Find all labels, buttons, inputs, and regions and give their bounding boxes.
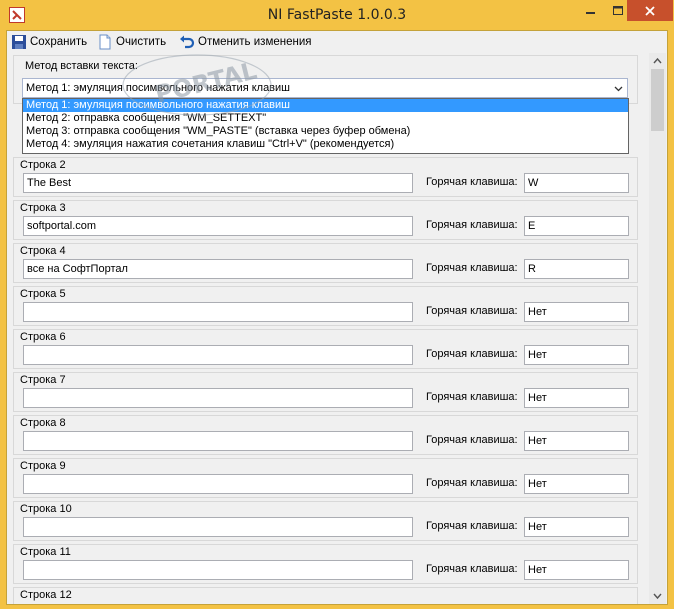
text-input[interactable] [23,517,413,537]
row-7: Строка 7 Горячая клавиша: Нет [13,372,638,412]
hotkey-label: Горячая клавиша: [426,348,518,360]
save-label: Сохранить [30,36,88,48]
chevron-down-icon [614,83,623,95]
row-2: Строка 2 The Best Горячая клавиша: W [13,157,638,197]
hotkey-input[interactable]: Нет [524,431,629,451]
text-input[interactable]: все на СофтПортал [23,259,413,279]
method-option-2[interactable]: Метод 2: отправка сообщения "WM_SETTEXT" [23,112,628,125]
row-label: Строка 2 [20,159,66,171]
text-input[interactable]: softportal.com [23,216,413,236]
hotkey-input[interactable]: Нет [524,388,629,408]
hotkey-input[interactable]: E [524,216,629,236]
method-option-4[interactable]: Метод 4: эмуляция нажатия сочетания клав… [23,138,628,151]
row-label: Строка 3 [20,202,66,214]
method-dropdown-list: Метод 1: эмуляция посимвольного нажатия … [22,98,629,154]
scroll-thumb[interactable] [651,69,664,131]
scroll-up-icon[interactable] [649,53,666,69]
row-10: Строка 10 Горячая клавиша: Нет [13,501,638,541]
text-input[interactable] [23,302,413,322]
hotkey-input[interactable]: W [524,173,629,193]
undo-label: Отменить изменения [198,36,312,48]
method-option-1[interactable]: Метод 1: эмуляция посимвольного нажатия … [23,99,628,112]
row-4: Строка 4 все на СофтПортал Горячая клави… [13,243,638,283]
hotkey-label: Горячая клавиша: [426,176,518,188]
hotkey-label: Горячая клавиша: [426,219,518,231]
hotkey-label: Горячая клавиша: [426,563,518,575]
row-3: Строка 3 softportal.com Горячая клавиша:… [13,200,638,240]
row-label: Строка 7 [20,374,66,386]
text-input[interactable] [23,431,413,451]
text-input[interactable] [23,560,413,580]
hotkey-input[interactable]: Нет [524,345,629,365]
hotkey-label: Горячая клавиша: [426,391,518,403]
method-selected-value: Метод 1: эмуляция посимвольного нажатия … [26,82,290,94]
method-label: Метод вставки текста: [25,60,138,72]
hotkey-label: Горячая клавиша: [426,262,518,274]
blank-document-icon [97,34,113,50]
undo-arrow-icon [179,34,195,50]
clear-button[interactable]: Очистить [97,34,166,50]
undo-button[interactable]: Отменить изменения [179,34,312,50]
title-bar: NI FastPaste 1.0.0.3 [0,0,674,30]
row-label: Строка 5 [20,288,66,300]
vertical-scrollbar[interactable] [649,53,666,604]
row-9: Строка 9 Горячая клавиша: Нет [13,458,638,498]
row-label: Строка 6 [20,331,66,343]
save-button[interactable]: Сохранить [11,34,87,50]
clear-label: Очистить [116,36,167,48]
settings-panel: Метод вставки текста: Метод 1: эмуляция … [7,53,667,604]
text-input[interactable] [23,388,413,408]
row-label: Строка 4 [20,245,66,257]
row-label: Строка 11 [20,546,71,558]
text-input[interactable]: The Best [23,173,413,193]
hotkey-input[interactable]: Нет [524,517,629,537]
row-12: Строка 12 [13,587,638,604]
hotkey-label: Горячая клавиша: [426,434,518,446]
hotkey-input[interactable]: R [524,259,629,279]
minimize-button[interactable] [576,0,605,21]
hotkey-input[interactable]: Нет [524,560,629,580]
row-5: Строка 5 Горячая клавиша: Нет [13,286,638,326]
hotkey-label: Горячая клавиша: [426,520,518,532]
scroll-down-icon[interactable] [649,588,666,604]
row-label: Строка 8 [20,417,66,429]
method-group: Метод вставки текста: Метод 1: эмуляция … [13,55,638,104]
row-11: Строка 11 Горячая клавиша: Нет [13,544,638,584]
close-button[interactable] [627,0,673,21]
row-8: Строка 8 Горячая клавиша: Нет [13,415,638,455]
window-title: NI FastPaste 1.0.0.3 [267,7,407,23]
row-label: Строка 10 [20,503,72,515]
text-input[interactable] [23,345,413,365]
row-label: Строка 9 [20,460,66,472]
row-6: Строка 6 Горячая клавиша: Нет [13,329,638,369]
method-option-3[interactable]: Метод 3: отправка сообщения "WM_PASTE" (… [23,125,628,138]
window-frame: Сохранить Очистить Отменить изменения Ме… [6,30,668,605]
hotkey-label: Горячая клавиша: [426,305,518,317]
floppy-disk-icon [11,34,27,50]
hotkey-input[interactable]: Нет [524,474,629,494]
text-input[interactable] [23,474,413,494]
toolbar: Сохранить Очистить Отменить изменения [7,31,667,53]
method-select[interactable]: Метод 1: эмуляция посимвольного нажатия … [22,78,628,98]
hotkey-input[interactable]: Нет [524,302,629,322]
hotkey-label: Горячая клавиша: [426,477,518,489]
row-label: Строка 12 [20,589,72,601]
